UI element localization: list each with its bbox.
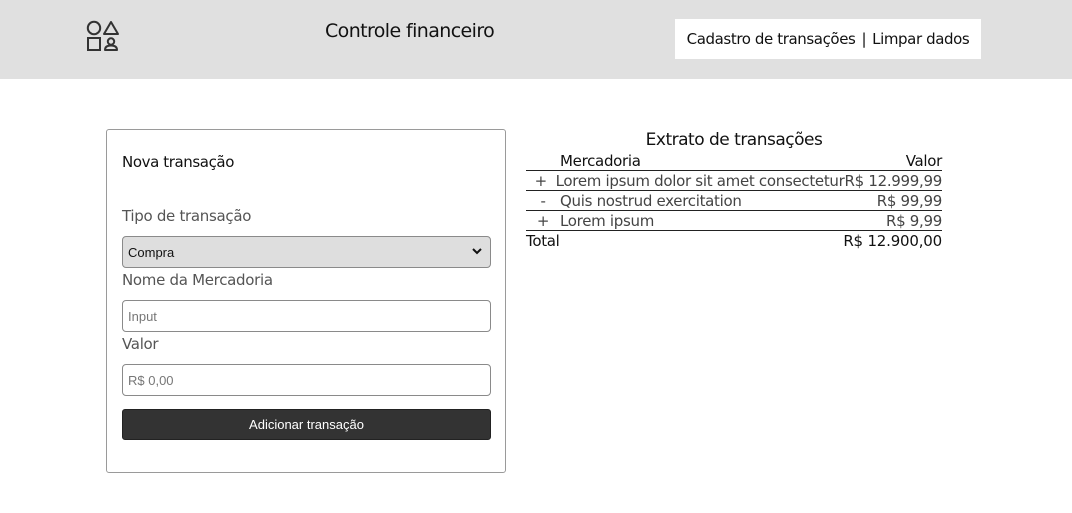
transaction-value: R$ 9,99 bbox=[885, 212, 942, 230]
product-name-label: Nome da Mercadoria bbox=[122, 271, 273, 289]
top-nav: Cadastro de transações | Limpar dados bbox=[675, 19, 981, 59]
transaction-sign: + bbox=[536, 212, 550, 230]
transaction-type-label: Tipo de transação bbox=[122, 207, 252, 225]
statement-header-row: Mercadoria Valor bbox=[526, 151, 942, 171]
value-input[interactable] bbox=[122, 364, 491, 396]
statement-title: Extrato de transações bbox=[645, 130, 823, 150]
table-row: - Quis nostrud exercitation R$ 99,99 bbox=[526, 191, 942, 211]
transaction-value: R$ 12.999,99 bbox=[844, 172, 943, 190]
nav-register-link[interactable]: Cadastro de transações bbox=[687, 30, 856, 48]
shapes-icon bbox=[86, 20, 119, 51]
value-column-header: Valor bbox=[905, 152, 943, 170]
nav-clear-data-link[interactable]: Limpar dados bbox=[872, 30, 970, 48]
app-title: Controle financeiro bbox=[325, 20, 495, 42]
statement-total-row: Total R$ 12.900,00 bbox=[526, 231, 942, 251]
total-label: Total bbox=[526, 232, 560, 250]
nav-separator: | bbox=[861, 30, 867, 48]
transaction-sign: + bbox=[534, 172, 548, 190]
transaction-name: Lorem ipsum bbox=[560, 212, 655, 230]
product-name-input[interactable] bbox=[122, 300, 491, 332]
transaction-value: R$ 99,99 bbox=[876, 192, 943, 210]
add-transaction-button[interactable]: Adicionar transação bbox=[122, 409, 491, 440]
chevron-down-icon bbox=[472, 248, 482, 255]
app-header: Controle financeiro Cadastro de transaçõ… bbox=[0, 0, 1072, 79]
transaction-name: Quis nostrud exercitation bbox=[560, 192, 742, 210]
transaction-type-select[interactable]: Compra bbox=[122, 236, 491, 268]
transaction-name: Lorem ipsum dolor sit amet consectetur bbox=[555, 172, 845, 190]
table-row: + Lorem ipsum dolor sit amet consectetur… bbox=[526, 171, 942, 191]
sign-column-header bbox=[526, 151, 560, 170]
table-row: + Lorem ipsum R$ 9,99 bbox=[526, 211, 942, 231]
total-value: R$ 12.900,00 bbox=[843, 232, 942, 250]
value-label: Valor bbox=[122, 335, 159, 353]
new-transaction-form: Nova transação Tipo de transação Compra … bbox=[106, 129, 506, 473]
transaction-type-value: Compra bbox=[128, 244, 175, 260]
transaction-sign: - bbox=[540, 192, 546, 210]
transaction-statement: Extrato de transações Mercadoria Valor +… bbox=[526, 130, 942, 251]
form-title: Nova transação bbox=[122, 153, 235, 171]
product-column-header: Mercadoria bbox=[560, 152, 641, 170]
